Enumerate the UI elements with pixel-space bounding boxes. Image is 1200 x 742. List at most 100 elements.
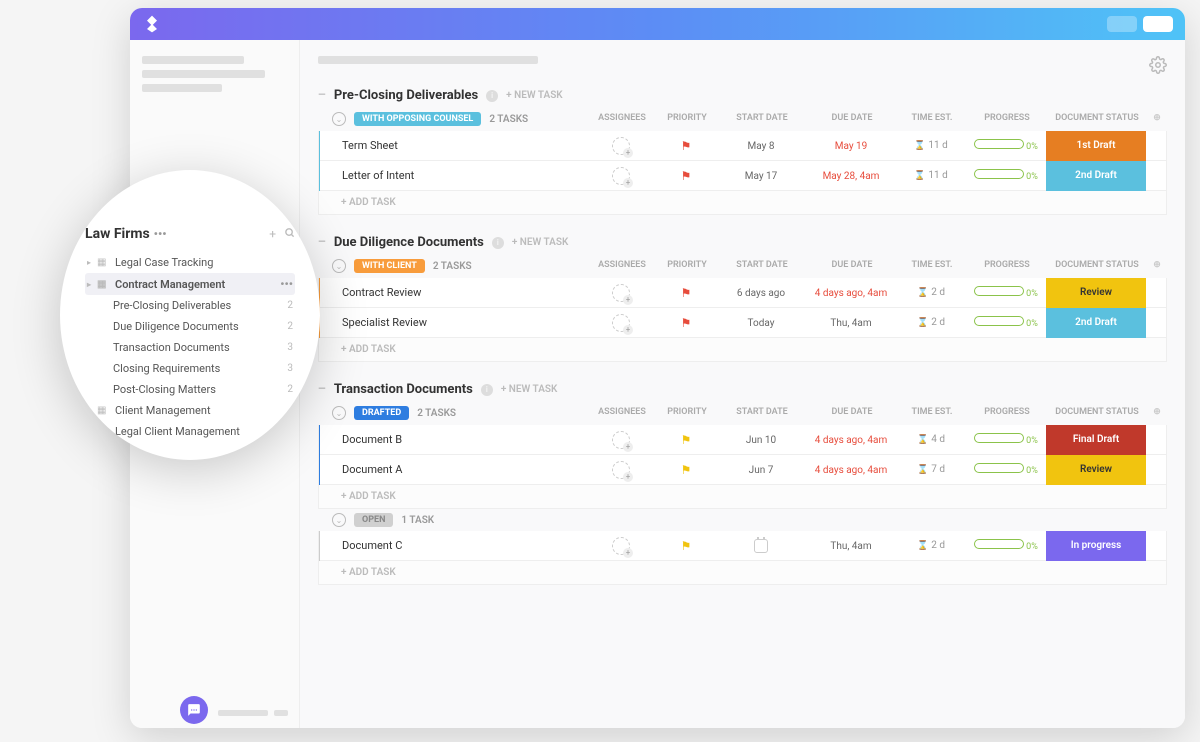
progress-cell[interactable]: 0% <box>966 169 1046 182</box>
progress-cell[interactable]: 0% <box>966 139 1046 152</box>
document-status[interactable]: 2nd Draft <box>1046 308 1146 338</box>
new-task-button[interactable]: + NEW TASK <box>506 90 563 101</box>
assignee-add-icon[interactable] <box>612 284 630 302</box>
document-status[interactable]: Final Draft <box>1046 425 1146 455</box>
task-row[interactable]: Term Sheet ⚑ May 8 May 19 ⌛11 d 0% 1st D… <box>318 131 1167 161</box>
add-column-icon[interactable]: ⊕ <box>1147 113 1167 123</box>
task-row[interactable]: Document C ⚑ Thu, 4am ⌛2 d 0% In progres… <box>318 531 1167 561</box>
add-task-button[interactable]: + ADD TASK <box>318 561 1167 585</box>
status-collapse-icon[interactable]: ⌄ <box>332 513 346 527</box>
assignee-add-icon[interactable] <box>612 314 630 332</box>
task-row[interactable]: Contract Review ⚑ 6 days ago 4 days ago,… <box>318 278 1167 308</box>
sidebar-subitem[interactable]: Pre-Closing Deliverables2 <box>85 295 295 316</box>
collapse-icon[interactable]: — <box>318 90 326 101</box>
add-task-button[interactable]: + ADD TASK <box>318 338 1167 362</box>
priority-flag-icon[interactable]: ⚑ <box>681 316 692 330</box>
time-estimate[interactable]: ⌛2 d <box>896 540 966 551</box>
chat-button[interactable] <box>180 696 208 724</box>
settings-gear-icon[interactable] <box>1149 56 1167 77</box>
search-icon[interactable] <box>284 227 295 241</box>
calendar-icon[interactable] <box>754 539 768 553</box>
document-status[interactable]: Review <box>1046 278 1146 308</box>
task-row[interactable]: Letter of Intent ⚑ May 17 May 28, 4am ⌛1… <box>318 161 1167 191</box>
sidebar-subitem[interactable]: Closing Requirements3 <box>85 358 295 379</box>
task-row[interactable]: Document B ⚑ Jun 10 4 days ago, 4am ⌛4 d… <box>318 425 1167 455</box>
due-date[interactable]: 4 days ago, 4am <box>815 465 888 476</box>
header-pill-2[interactable] <box>1143 16 1173 32</box>
collapse-icon[interactable]: — <box>318 237 326 248</box>
start-date[interactable]: Jun 10 <box>746 435 776 446</box>
time-estimate[interactable]: ⌛2 d <box>896 287 966 298</box>
sidebar-subitem[interactable]: Due Diligence Documents2 <box>85 316 295 337</box>
time-estimate[interactable]: ⌛11 d <box>896 140 966 151</box>
info-icon[interactable]: i <box>492 237 504 249</box>
new-task-button[interactable]: + NEW TASK <box>512 237 569 248</box>
space-menu-icon[interactable]: ••• <box>154 227 167 241</box>
col-header-due: DUE DATE <box>807 260 897 270</box>
hourglass-icon: ⌛ <box>917 288 928 298</box>
document-status[interactable]: 2nd Draft <box>1046 161 1146 191</box>
due-date[interactable]: 4 days ago, 4am <box>815 435 888 446</box>
status-badge[interactable]: WITH OPPOSING COUNSEL <box>354 112 481 126</box>
start-date[interactable]: Today <box>748 318 775 329</box>
progress-cell[interactable]: 0% <box>966 463 1046 476</box>
status-collapse-icon[interactable]: ⌄ <box>332 112 346 126</box>
time-estimate[interactable]: ⌛11 d <box>896 170 966 181</box>
priority-flag-icon[interactable]: ⚑ <box>681 139 692 153</box>
assignee-add-icon[interactable] <box>612 137 630 155</box>
time-estimate[interactable]: ⌛2 d <box>896 317 966 328</box>
status-badge[interactable]: DRAFTED <box>354 406 409 420</box>
info-icon[interactable]: i <box>481 384 493 396</box>
header-pill-1[interactable] <box>1107 16 1137 32</box>
assignee-add-icon[interactable] <box>612 431 630 449</box>
due-date[interactable]: Thu, 4am <box>830 318 871 329</box>
status-badge[interactable]: OPEN <box>354 513 393 527</box>
progress-cell[interactable]: 0% <box>966 433 1046 446</box>
info-icon[interactable]: i <box>486 90 498 102</box>
new-task-button[interactable]: + NEW TASK <box>501 384 558 395</box>
due-date[interactable]: May 19 <box>835 141 868 152</box>
sidebar-item[interactable]: ▸▦Contract Management••• <box>85 273 295 295</box>
priority-flag-icon[interactable]: ⚑ <box>681 539 692 553</box>
add-icon[interactable]: + <box>269 227 276 241</box>
task-row[interactable]: Specialist Review ⚑ Today Thu, 4am ⌛2 d … <box>318 308 1167 338</box>
sidebar-subitem[interactable]: Post-Closing Matters2 <box>85 379 295 400</box>
add-column-icon[interactable]: ⊕ <box>1147 260 1167 270</box>
item-menu-icon[interactable]: ••• <box>280 277 293 291</box>
due-date[interactable]: Thu, 4am <box>830 541 871 552</box>
sidebar-item[interactable]: ▸▦Client Management <box>85 400 295 421</box>
status-badge[interactable]: WITH CLIENT <box>354 259 425 273</box>
start-date[interactable]: 6 days ago <box>737 288 785 299</box>
assignee-add-icon[interactable] <box>612 461 630 479</box>
progress-cell[interactable]: 0% <box>966 539 1046 552</box>
document-status[interactable]: Review <box>1046 455 1146 485</box>
sidebar-subitem[interactable]: Transaction Documents3 <box>85 337 295 358</box>
start-date[interactable]: May 17 <box>745 171 778 182</box>
time-estimate[interactable]: ⌛7 d <box>896 464 966 475</box>
priority-flag-icon[interactable]: ⚑ <box>681 169 692 183</box>
due-date[interactable]: May 28, 4am <box>823 171 880 182</box>
due-date[interactable]: 4 days ago, 4am <box>815 288 888 299</box>
status-collapse-icon[interactable]: ⌄ <box>332 406 346 420</box>
progress-cell[interactable]: 0% <box>966 316 1046 329</box>
task-name: Term Sheet <box>342 139 398 152</box>
task-row[interactable]: Document A ⚑ Jun 7 4 days ago, 4am ⌛7 d … <box>318 455 1167 485</box>
priority-flag-icon[interactable]: ⚑ <box>681 463 692 477</box>
assignee-add-icon[interactable] <box>612 167 630 185</box>
priority-flag-icon[interactable]: ⚑ <box>681 286 692 300</box>
priority-flag-icon[interactable]: ⚑ <box>681 433 692 447</box>
status-collapse-icon[interactable]: ⌄ <box>332 259 346 273</box>
add-task-button[interactable]: + ADD TASK <box>318 191 1167 215</box>
sidebar-item[interactable]: ▸▦Legal Case Tracking <box>85 252 295 273</box>
start-date[interactable]: May 8 <box>748 141 775 152</box>
document-status[interactable]: In progress <box>1046 531 1146 561</box>
progress-cell[interactable]: 0% <box>966 286 1046 299</box>
start-date[interactable]: Jun 7 <box>749 465 774 476</box>
add-task-button[interactable]: + ADD TASK <box>318 485 1167 509</box>
time-estimate[interactable]: ⌛4 d <box>896 434 966 445</box>
collapse-icon[interactable]: — <box>318 384 326 395</box>
add-column-icon[interactable]: ⊕ <box>1147 407 1167 417</box>
document-status[interactable]: 1st Draft <box>1046 131 1146 161</box>
space-title[interactable]: Law Firms ••• <box>85 226 167 242</box>
assignee-add-icon[interactable] <box>612 537 630 555</box>
